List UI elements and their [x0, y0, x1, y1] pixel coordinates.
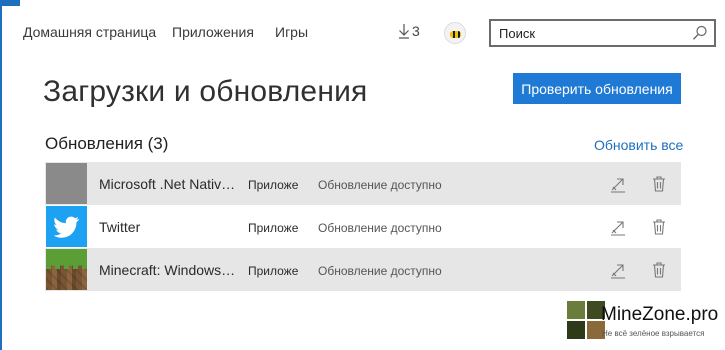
- dotnet-icon: [46, 163, 87, 204]
- watermark-title: MineZone.pro: [601, 304, 719, 325]
- update-all-link[interactable]: Обновить все: [594, 137, 683, 153]
- updates-list: Microsoft .Net Native Runtime Приложе Об…: [45, 162, 681, 291]
- trash-icon: [653, 262, 665, 278]
- updates-section-title: Обновления (3): [45, 134, 169, 153]
- remove-button[interactable]: [649, 217, 669, 237]
- watermark: MineZone.pro Не всё зелёное взрывается: [558, 295, 725, 350]
- app-name: Microsoft .Net Native Runtime: [99, 176, 239, 192]
- page-title: Загрузки и обновления: [43, 75, 368, 108]
- twitter-bird-icon: [53, 216, 79, 238]
- bee-icon: [450, 31, 461, 38]
- search-input[interactable]: [499, 25, 679, 42]
- pause-download-button[interactable]: [608, 174, 628, 194]
- app-type: Приложе: [248, 178, 299, 192]
- check-updates-button[interactable]: Проверить обновления: [513, 73, 681, 104]
- pause-download-icon: [611, 264, 625, 279]
- app-name: Minecraft: Windows 10 Edition: [99, 262, 239, 278]
- downloads-button[interactable]: 3: [398, 23, 420, 39]
- nav-home-link[interactable]: Домашняя страница: [23, 24, 156, 40]
- pause-download-icon: [611, 221, 625, 236]
- watermark-subtitle: Не всё зелёное взрывается: [602, 329, 705, 338]
- remove-button[interactable]: [649, 260, 669, 280]
- app-status: Обновление доступно: [318, 264, 442, 278]
- pause-download-button[interactable]: [608, 217, 628, 237]
- app-name: Twitter: [99, 219, 141, 235]
- remove-button[interactable]: [649, 174, 669, 194]
- trash-icon: [653, 219, 665, 235]
- list-item[interactable]: Microsoft .Net Native Runtime Приложе Об…: [45, 162, 681, 205]
- downloads-count: 3: [412, 23, 420, 39]
- app-type: Приложе: [248, 221, 299, 235]
- twitter-icon: [46, 206, 87, 247]
- minecraft-icon: [46, 249, 87, 290]
- nav-games-link[interactable]: Игры: [275, 24, 308, 40]
- app-status: Обновление доступно: [318, 178, 442, 192]
- nav-apps-link[interactable]: Приложения: [172, 24, 254, 40]
- search-box: [489, 19, 716, 47]
- top-nav: Домашняя страница Приложения Игры 3: [0, 0, 725, 62]
- pause-download-icon: [611, 178, 625, 193]
- search-icon[interactable]: [692, 25, 708, 41]
- download-arrow-icon: [399, 24, 409, 39]
- list-item[interactable]: Twitter Приложе Обновление доступно: [45, 205, 681, 248]
- avatar[interactable]: [444, 22, 466, 44]
- app-status: Обновление доступно: [318, 221, 442, 235]
- list-item[interactable]: Minecraft: Windows 10 Edition Приложе Об…: [45, 248, 681, 291]
- app-type: Приложе: [248, 264, 299, 278]
- pause-download-button[interactable]: [608, 260, 628, 280]
- trash-icon: [653, 176, 665, 192]
